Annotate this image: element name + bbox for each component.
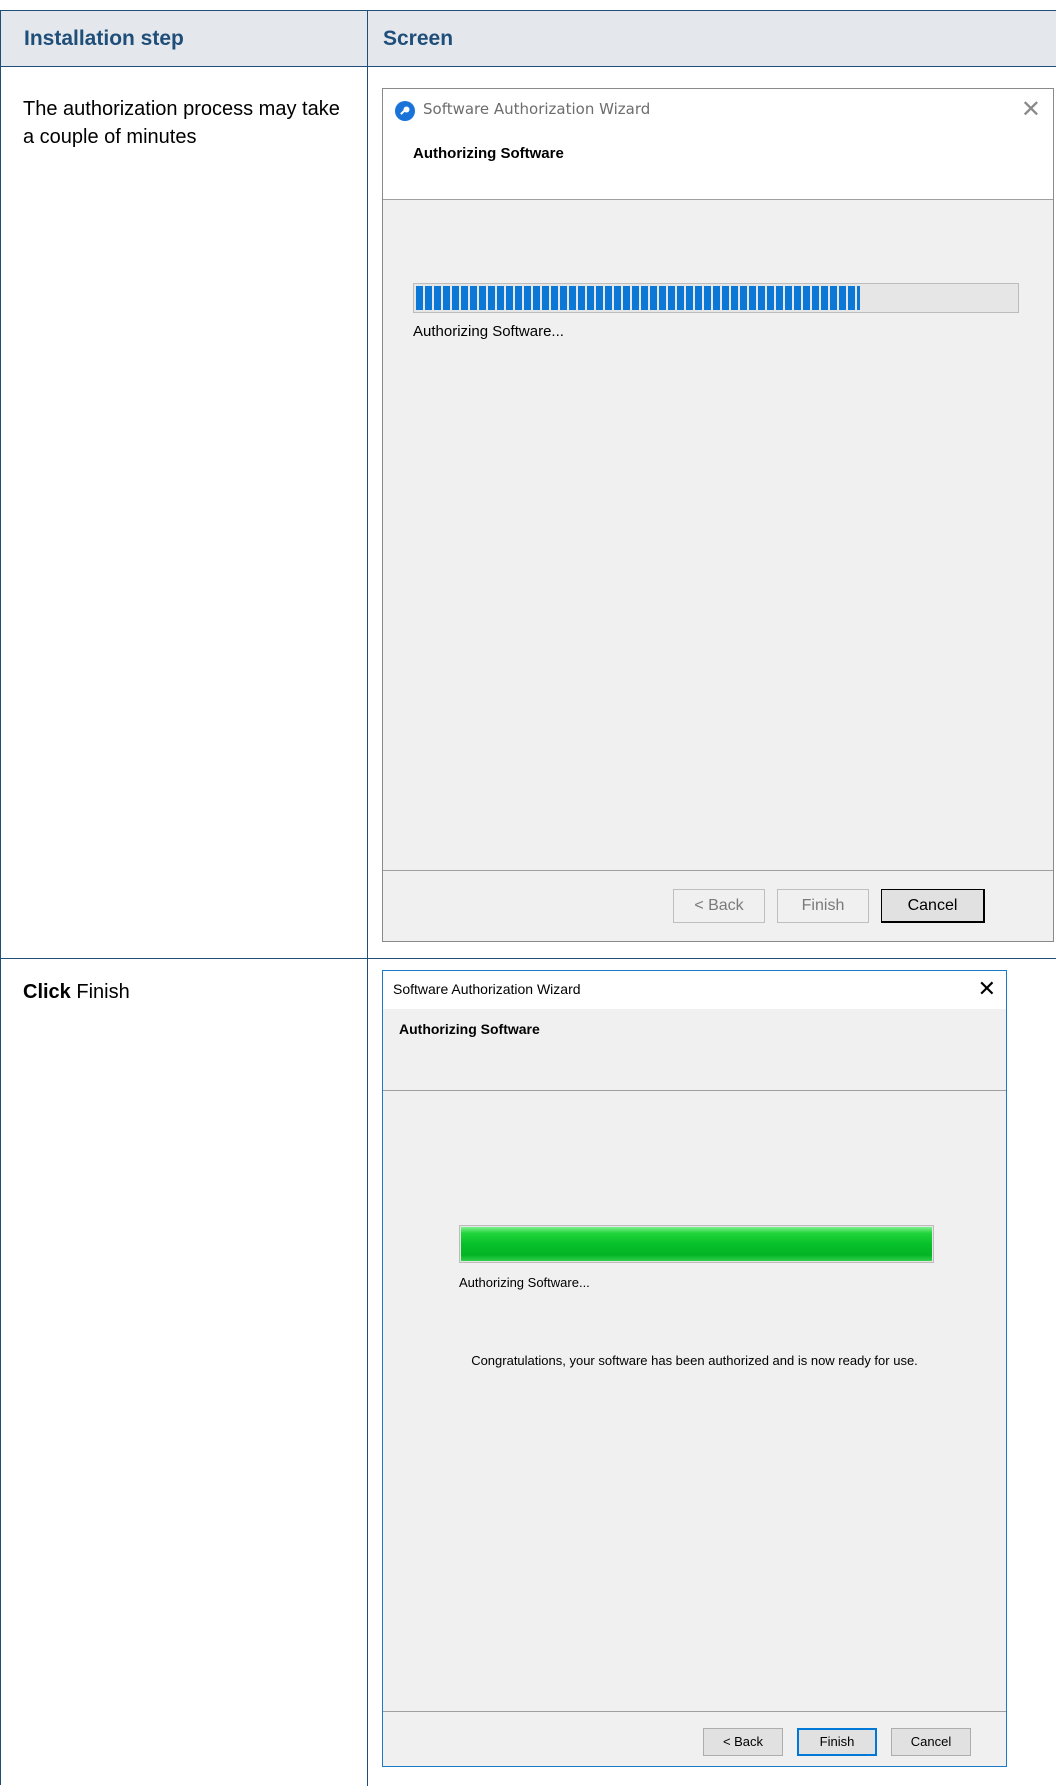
finish-button[interactable]: Finish xyxy=(797,1728,877,1756)
wizard-banner: Authorizing Software xyxy=(383,1009,1006,1091)
step-action-target: Finish xyxy=(76,981,130,1003)
success-message: Congratulations, your software has been … xyxy=(471,1353,918,1368)
key-app-icon xyxy=(395,101,415,121)
cancel-button[interactable]: Cancel xyxy=(881,889,985,923)
progress-status-text: Authorizing Software... xyxy=(459,1275,590,1290)
step-description-2: Click Finish xyxy=(23,978,353,1006)
wizard-titlebar: Software Authorization Wizard ✕ xyxy=(383,971,1006,1009)
finish-button[interactable]: Finish xyxy=(777,889,869,923)
back-button[interactable]: < Back xyxy=(703,1728,783,1756)
back-button[interactable]: < Back xyxy=(673,889,765,923)
banner-title: Authorizing Software xyxy=(399,1021,540,1037)
progress-status-text: Authorizing Software... xyxy=(413,323,564,340)
close-icon[interactable]: ✕ xyxy=(1021,94,1041,124)
progress-bar-fill xyxy=(461,1227,932,1261)
step-description-1: The authorization process may take a cou… xyxy=(23,98,340,148)
cancel-button[interactable]: Cancel xyxy=(891,1728,971,1756)
close-icon[interactable]: ✕ xyxy=(978,975,996,1003)
step-action-word: Click xyxy=(23,981,71,1003)
footer-separator xyxy=(383,870,1053,871)
wizard-window-in-progress: Software Authorization Wizard ✕ Authoriz… xyxy=(382,88,1054,942)
header-installation-step: Installation step xyxy=(24,27,184,50)
header-screen: Screen xyxy=(383,27,454,50)
row-divider xyxy=(1,958,1056,959)
banner-title: Authorizing Software xyxy=(413,145,564,162)
progress-bar xyxy=(459,1225,934,1263)
wizard-title: Software Authorization Wizard xyxy=(423,100,651,118)
table-header-row: Installation step Screen xyxy=(1,11,1056,67)
progress-bar xyxy=(413,283,1019,313)
wizard-window-complete: Software Authorization Wizard ✕ Authoriz… xyxy=(382,970,1007,1767)
footer-separator xyxy=(383,1711,1006,1712)
progress-bar-fill xyxy=(416,286,860,310)
wizard-banner: Authorizing Software xyxy=(383,135,1053,200)
column-divider xyxy=(367,11,368,1786)
wizard-titlebar: Software Authorization Wizard ✕ xyxy=(383,89,1053,135)
wizard-title: Software Authorization Wizard xyxy=(393,981,581,997)
